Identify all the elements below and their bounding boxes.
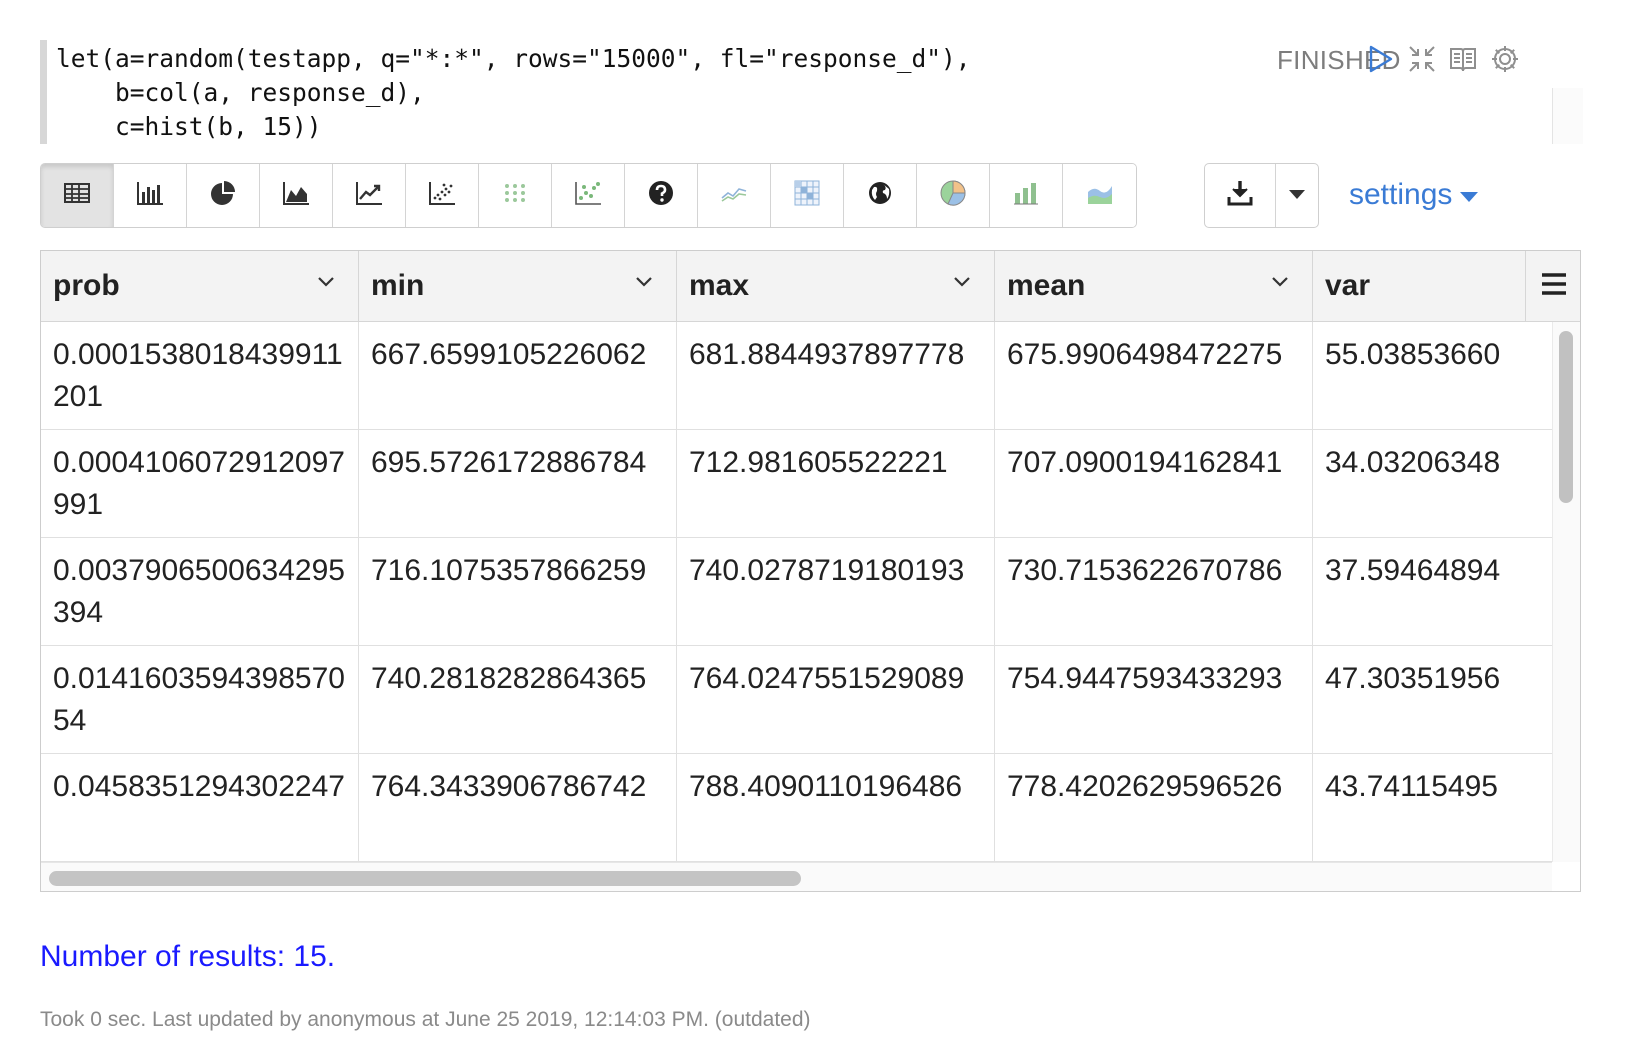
area-chart-icon bbox=[281, 178, 311, 213]
download-button[interactable] bbox=[1205, 164, 1276, 227]
pie-chart-icon bbox=[208, 178, 238, 213]
cell-prob: 0.0458351294302247 bbox=[41, 754, 359, 862]
table-header: prob min max mean var bbox=[41, 251, 1580, 322]
area-chart-button[interactable] bbox=[260, 164, 333, 227]
cell-var: 37.59464894 bbox=[1325, 554, 1501, 587]
bar-chart-button[interactable] bbox=[114, 164, 187, 227]
table-view-button[interactable] bbox=[41, 164, 114, 227]
settings-label: settings bbox=[1349, 178, 1453, 211]
help-button[interactable] bbox=[625, 164, 698, 227]
pie-chart-button[interactable] bbox=[187, 164, 260, 227]
cell-mean: 730.7153622670786 bbox=[995, 538, 1313, 646]
column-header-mean[interactable]: mean bbox=[995, 251, 1313, 321]
sparkline-button[interactable] bbox=[698, 164, 771, 227]
cell-mean: 754.9447593433293 bbox=[995, 646, 1313, 754]
dot-grid-icon bbox=[500, 178, 530, 213]
sparkline-icon bbox=[719, 178, 749, 213]
cell-prob: 0.0004106072912097991 bbox=[41, 430, 359, 538]
download-group bbox=[1204, 163, 1319, 228]
book-icon[interactable] bbox=[1448, 44, 1478, 74]
column-label: max bbox=[689, 269, 750, 302]
color-pie-button[interactable] bbox=[917, 164, 990, 227]
cell-mean: 778.4202629596526 bbox=[995, 754, 1313, 862]
heatmap-icon bbox=[792, 178, 822, 213]
column-label: min bbox=[371, 269, 425, 302]
globe-button[interactable] bbox=[844, 164, 917, 227]
code-text[interactable]: let(a=random(testapp, q="*:*", rows="150… bbox=[56, 42, 971, 144]
visualization-toolbar bbox=[40, 163, 1137, 228]
paragraph-footer: Took 0 sec. Last updated by anonymous at… bbox=[40, 1008, 811, 1031]
column-label: var bbox=[1325, 269, 1371, 302]
cell-prob: 0.014160359439857054 bbox=[41, 646, 359, 754]
column-label: mean bbox=[1007, 269, 1086, 302]
table-row[interactable]: 0.014160359439857054 740.2818282864365 7… bbox=[41, 646, 1552, 754]
column-header-prob[interactable]: prob bbox=[41, 251, 359, 321]
cell-min: 695.5726172886784 bbox=[359, 430, 677, 538]
settings-dropdown[interactable]: settings bbox=[1349, 178, 1479, 212]
download-icon bbox=[1225, 178, 1255, 213]
editor-scroll-area bbox=[1552, 88, 1583, 144]
dot-grid-button[interactable] bbox=[479, 164, 552, 227]
cell-max: 788.4090110196486 bbox=[677, 754, 995, 862]
scatter-green-icon bbox=[573, 178, 603, 213]
download-dropdown-button[interactable] bbox=[1276, 164, 1318, 227]
cell-min: 716.1075357866259 bbox=[359, 538, 677, 646]
bar-chart-icon bbox=[135, 178, 165, 213]
color-area-icon bbox=[1085, 178, 1115, 213]
chevron-down-icon[interactable] bbox=[1270, 275, 1290, 289]
cell-max: 764.0247551529089 bbox=[677, 646, 995, 754]
heatmap-button[interactable] bbox=[771, 164, 844, 227]
cell-max: 681.8844937897778 bbox=[677, 322, 995, 430]
scatter-chart-button[interactable] bbox=[406, 164, 479, 227]
color-pie-icon bbox=[938, 178, 968, 213]
cell-prob: 0.0001538018439911201 bbox=[41, 322, 359, 430]
cell-mean: 707.0900194162841 bbox=[995, 430, 1313, 538]
table-row[interactable]: 0.0458351294302247 764.3433906786742 788… bbox=[41, 754, 1552, 862]
horizontal-scrollbar-thumb[interactable] bbox=[49, 871, 801, 886]
globe-icon bbox=[865, 178, 895, 213]
cell-prob: 0.0037906500634295394 bbox=[41, 538, 359, 646]
table-icon bbox=[62, 178, 92, 213]
line-chart-icon bbox=[354, 178, 384, 213]
cell-min: 740.2818282864365 bbox=[359, 646, 677, 754]
vertical-scrollbar-thumb[interactable] bbox=[1559, 331, 1573, 503]
cell-max: 740.0278719180193 bbox=[677, 538, 995, 646]
help-icon bbox=[646, 178, 676, 213]
run-icon[interactable] bbox=[1365, 44, 1395, 74]
caret-down-icon bbox=[1289, 187, 1305, 205]
color-bar-button[interactable] bbox=[990, 164, 1063, 227]
chevron-down-icon[interactable] bbox=[952, 275, 972, 289]
column-header-min[interactable]: min bbox=[359, 251, 677, 321]
results-count: Number of results: 15. bbox=[40, 940, 336, 973]
grid-menu-button[interactable] bbox=[1525, 251, 1580, 321]
chevron-down-icon[interactable] bbox=[634, 275, 654, 289]
cell-min: 667.6599105226062 bbox=[359, 322, 677, 430]
table-row[interactable]: 0.0001538018439911201 667.6599105226062 … bbox=[41, 322, 1552, 430]
column-label: prob bbox=[53, 269, 120, 302]
column-header-max[interactable]: max bbox=[677, 251, 995, 321]
cell-max: 712.981605522221 bbox=[677, 430, 995, 538]
line-chart-button[interactable] bbox=[333, 164, 406, 227]
column-header-var[interactable]: var bbox=[1313, 251, 1525, 321]
collapse-icon[interactable] bbox=[1407, 44, 1437, 74]
table-row[interactable]: 0.0004106072912097991 695.5726172886784 … bbox=[41, 430, 1552, 538]
color-area-button[interactable] bbox=[1063, 164, 1136, 227]
table-row[interactable]: 0.0037906500634295394 716.1075357866259 … bbox=[41, 538, 1552, 646]
cell-var: 43.74115495 bbox=[1325, 770, 1498, 803]
cell-var: 47.30351956 bbox=[1325, 662, 1501, 695]
cell-var: 34.03206348 bbox=[1325, 446, 1501, 479]
cell-mean: 675.9906498472275 bbox=[995, 322, 1313, 430]
hamburger-menu-icon bbox=[1540, 272, 1568, 301]
gear-icon[interactable] bbox=[1490, 44, 1520, 74]
chevron-down-icon[interactable] bbox=[316, 275, 336, 289]
cell-var: 55.03853660 bbox=[1325, 338, 1501, 371]
scatter-chart-icon bbox=[427, 178, 457, 213]
caret-down-icon bbox=[1460, 192, 1479, 202]
color-bar-icon bbox=[1011, 178, 1041, 213]
results-table: prob min max mean var 0.0001538018439911… bbox=[40, 250, 1581, 892]
cell-min: 764.3433906786742 bbox=[359, 754, 677, 862]
editor-gutter bbox=[40, 40, 47, 144]
scatter-green-button[interactable] bbox=[552, 164, 625, 227]
table-body: 0.0001538018439911201 667.6599105226062 … bbox=[41, 322, 1552, 862]
